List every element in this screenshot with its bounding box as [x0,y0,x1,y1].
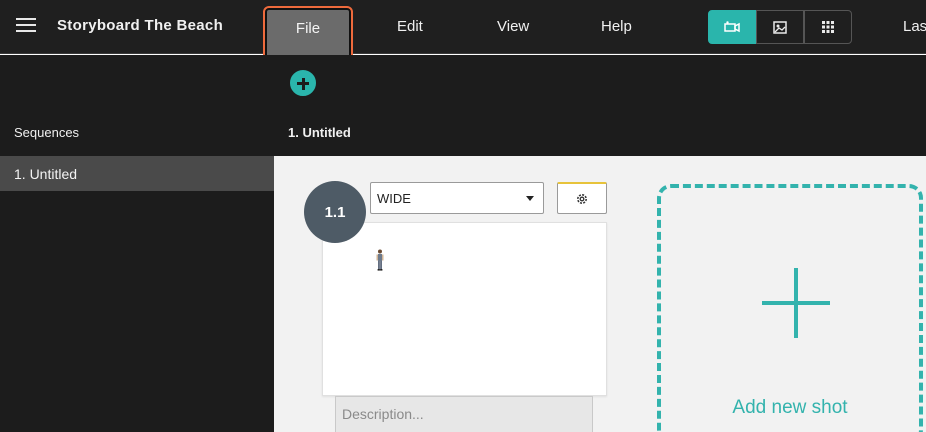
menu-bar: Storyboard The Beach File Edit View Help [0,0,926,64]
sequences-header: Sequences [14,125,80,140]
hamburger-menu-icon[interactable] [16,18,36,34]
shot-type-select[interactable]: WIDE [370,182,544,214]
menu-help[interactable]: Help [601,18,632,35]
camera-icon [724,21,740,33]
dropdown-caret-icon [526,196,534,201]
grid-icon [822,21,834,33]
add-sequence-button[interactable] [288,68,318,98]
view-mode-toggle [708,10,852,44]
shot-frame-canvas[interactable] [322,222,607,396]
header-band [0,55,926,156]
add-new-shot-label: Add new shot [732,397,848,418]
character-figure [376,249,384,271]
image-view-button[interactable] [756,10,804,44]
current-sequence-title: 1. Untitled [288,125,351,140]
grid-view-button[interactable] [804,10,852,44]
image-icon [773,20,787,34]
shot-number-badge: 1.1 [304,181,366,243]
menu-edit[interactable]: Edit [397,18,423,35]
menu-file-label: File [295,20,321,37]
sidebar: 1. Untitled [0,156,274,432]
shot-description-input[interactable]: Description... [335,396,593,432]
add-new-shot-button[interactable]: Add new shot [657,184,923,432]
camera-view-button[interactable] [708,10,756,44]
menu-view[interactable]: View [497,18,529,35]
gear-icon [577,193,587,204]
sidebar-item-sequence[interactable]: 1. Untitled [0,156,274,191]
shot-type-value: WIDE [377,191,411,206]
app-title: Storyboard The Beach [57,17,224,34]
shot-settings-button[interactable] [557,182,607,214]
menu-last-truncated[interactable]: Las [903,18,926,35]
